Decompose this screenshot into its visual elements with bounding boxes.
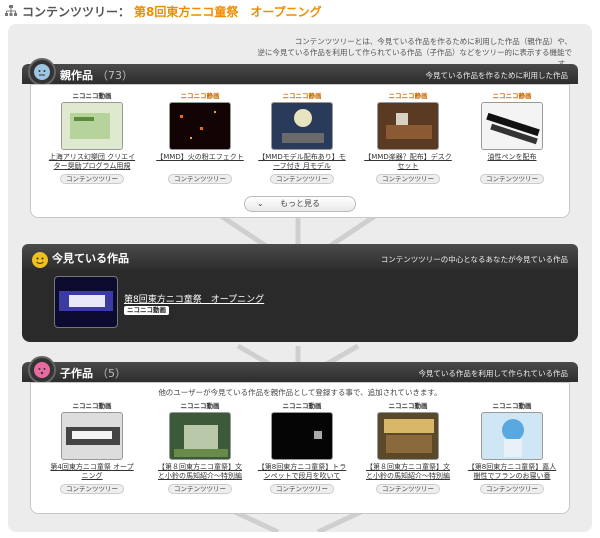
parent-title-link[interactable]: 【MMD】火の粉エフェクト (155, 153, 245, 171)
niconico-douga-logo: ニコニコ動画 (180, 402, 220, 410)
niconico-douga-logo: ニコニコ動画 (72, 402, 112, 410)
parent-item: ニコニコ静画 【MMD】火の粉エフェクト コンテンツツリー (155, 91, 245, 184)
children-note: 他のユーザーが今見ている作品を親作品として登録する事で、追加されていきます。 (158, 388, 442, 397)
child-title-link[interactable]: 【第8回東方ニコ童祭】嘉人樹性でフランのお寝い番 (467, 463, 557, 481)
parents-description: 今見ている作品を作るために利用した作品 (425, 71, 569, 80)
current-video-title-link[interactable]: 第8回東方ニコ童祭 オープニング (124, 292, 264, 305)
niconico-douga-logo: ニコニコ動画 (282, 402, 322, 410)
current-header: 今見ている作品 コンテンツツリーの中心となるあなたが今見ている作品 (22, 244, 578, 270)
niconico-seiga-logo: ニコニコ静画 (282, 92, 322, 100)
niconico-douga-logo: ニコニコ動画 (72, 92, 112, 100)
parents-header: 親作品 （73） 今見ている作品を作るために利用した作品 (22, 58, 578, 86)
child-title-link[interactable]: 【第８回東方ニコ童祭】文と小鈴の馬知紹介～特別編 (155, 463, 245, 481)
children-count: （5） (97, 367, 126, 380)
child-title-link[interactable]: 【第8回東方ニコ童祭】トランペットで段月を吹いて (257, 463, 347, 481)
parent-thumbnail[interactable] (61, 102, 123, 150)
child-thumbnail[interactable] (169, 412, 231, 460)
page-header: コンテンツツリー： 第8回東方ニコ童祭 オープニング (4, 2, 322, 20)
niconico-douga-logo: ニコニコ動画 (124, 306, 169, 315)
child-title-link[interactable]: 【第８回東方ニコ童祭】文と小鈴の馬知紹介～特別編 (363, 463, 453, 481)
current-video-thumbnail[interactable] (54, 276, 118, 328)
child-item: ニコニコ動画 【第８回東方ニコ童祭】文と小鈴の馬知紹介～特別編 コンテンツツリー (363, 401, 453, 494)
content-tree-button[interactable]: コンテンツツリー (270, 174, 334, 184)
current-description: コンテンツツリーの中心となるあなたが今見ている作品 (380, 255, 568, 264)
parent-item: ニコニコ静画 【MMDモデル配布あり】モーフ付き 月モデル コンテンツツリー (257, 91, 347, 184)
parent-face-icon (28, 58, 56, 86)
content-tree-button[interactable]: コンテンツツリー (60, 484, 124, 494)
parent-thumbnail[interactable] (377, 102, 439, 150)
parent-thumbnail[interactable] (169, 102, 231, 150)
parent-item: ニコニコ静画 【MMD楽器？配布】デスクセット コンテンツツリー (363, 91, 453, 184)
parents-label: 親作品 (60, 69, 93, 82)
niconico-douga-logo: ニコニコ動画 (388, 402, 428, 410)
content-tree-button[interactable]: コンテンツツリー (480, 174, 544, 184)
child-thumbnail[interactable] (481, 412, 543, 460)
children-list: 他のユーザーが今見ている作品を親作品として登録する事で、追加されていきます。 ニ… (30, 382, 570, 514)
child-item: ニコニコ動画 【第8回東方ニコ童祭】トランペットで段月を吹いて コンテンツツリー (257, 401, 347, 494)
content-tree-button[interactable]: コンテンツツリー (376, 174, 440, 184)
parent-thumbnail[interactable] (271, 102, 333, 150)
page-title-lead: コンテンツツリー： (22, 4, 131, 19)
child-thumbnail[interactable] (271, 412, 333, 460)
content-tree-icon (4, 4, 18, 18)
content-tree-button[interactable]: コンテンツツリー (480, 484, 544, 494)
current-label: 今見ている作品 (52, 252, 129, 265)
children-label: 子作品 (60, 367, 93, 380)
parent-title-link[interactable]: 油性ペンを配布 (467, 153, 557, 171)
parents-count: （73） (97, 69, 133, 82)
child-title-link[interactable]: 第4回東方ニコ童祭 オープニング (47, 463, 137, 481)
niconico-seiga-logo: ニコニコ静画 (492, 92, 532, 100)
content-tree-panel: コンテンツツリーとは、今見ている作品を作るために利用した作品（親作品）や、 逆に… (8, 24, 592, 532)
niconico-seiga-logo: ニコニコ静画 (388, 92, 428, 100)
parent-thumbnail[interactable] (481, 102, 543, 150)
current-video-card: 第8回東方ニコ童祭 オープニング ニコニコ動画 (22, 270, 578, 342)
chevron-down-icon: ⌄ (257, 199, 264, 208)
show-more-button[interactable]: ⌄ もっと見る (244, 196, 356, 212)
parent-item: ニコニコ動画 上海アリス幻樂団 クリエイター奨励プログラム用規 コンテンツツリー (47, 91, 137, 184)
niconico-douga-logo: ニコニコ動画 (492, 402, 532, 410)
content-tree-button[interactable]: コンテンツツリー (376, 484, 440, 494)
child-thumbnail[interactable] (61, 412, 123, 460)
child-thumbnail[interactable] (377, 412, 439, 460)
content-tree-button[interactable]: コンテンツツリー (168, 174, 232, 184)
content-tree-button[interactable]: コンテンツツリー (60, 174, 124, 184)
parent-title-link[interactable]: 【MMD楽器？配布】デスクセット (363, 153, 453, 171)
children-description: 今見ている作品を利用して作られている作品 (418, 369, 568, 378)
parent-item: ニコニコ静画 油性ペンを配布 コンテンツツリー (467, 91, 557, 184)
page-title-video-name: 第8回東方ニコ童祭 オープニング (134, 4, 322, 19)
child-item: ニコニコ動画 【第８回東方ニコ童祭】文と小鈴の馬知紹介～特別編 コンテンツツリー (155, 401, 245, 494)
child-item: ニコニコ動画 第4回東方ニコ童祭 オープニング コンテンツツリー (47, 401, 137, 494)
children-header: 子作品 （5） 今見ている作品を利用して作られている作品 (22, 356, 578, 384)
child-item: ニコニコ動画 【第8回東方ニコ童祭】嘉人樹性でフランのお寝い番 コンテンツツリー (467, 401, 557, 494)
parent-title-link[interactable]: 上海アリス幻樂団 クリエイター奨励プログラム用規 (47, 153, 137, 171)
content-tree-button[interactable]: コンテンツツリー (168, 484, 232, 494)
parent-title-link[interactable]: 【MMDモデル配布あり】モーフ付き 月モデル (257, 153, 347, 171)
niconico-seiga-logo: ニコニコ静画 (180, 92, 220, 100)
content-tree-button[interactable]: コンテンツツリー (270, 484, 334, 494)
child-face-icon (28, 356, 56, 384)
